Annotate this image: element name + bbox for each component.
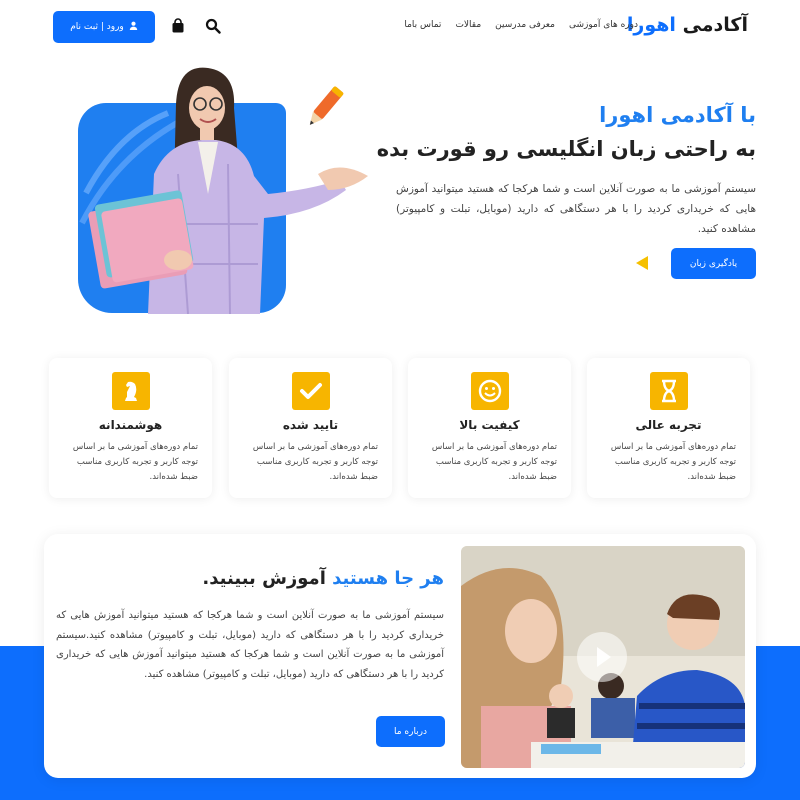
about-title-rest: آموزش ببینید.: [202, 568, 326, 589]
play-icon: [597, 647, 611, 667]
hero-title: به راحتی زبان انگلیسی رو قورت بده: [376, 137, 756, 161]
site-logo[interactable]: آکادمی اهورا: [627, 14, 748, 36]
feature-title: کیفیت بالا: [459, 418, 520, 432]
login-register-label: ورود | ثبت نام: [70, 22, 124, 32]
students-classroom-image: [461, 546, 745, 768]
nav-item-articles[interactable]: مقالات: [455, 20, 481, 30]
main-nav: دوره های آموزشی معرفی مدرسین مقالات تماس…: [404, 20, 638, 30]
check-icon: [291, 372, 330, 410]
about-title-highlight: هر جا هستید: [332, 568, 444, 589]
smile-icon: [470, 372, 509, 410]
about-title: هر جا هستید آموزش ببینید.: [202, 568, 444, 589]
feature-card-quality: کیفیت بالا تمام دوره‌های آموزشی ما بر اس…: [408, 358, 571, 498]
feature-text: تمام دوره‌های آموزشی ما بر اساس توجه کار…: [431, 442, 557, 482]
hero-description: سیستم آموزشی ما به صورت آنلاین است و شما…: [396, 183, 756, 235]
pencil-icon: [298, 82, 350, 138]
feature-text: تمام دوره‌های آموزشی ما بر اساس توجه کار…: [252, 442, 378, 482]
hero-title-brand: با آکادمی اهورا: [599, 103, 756, 127]
video-play-button[interactable]: [577, 632, 627, 682]
feature-title: تایید شده: [282, 418, 339, 432]
play-triangle-icon[interactable]: [636, 256, 648, 270]
feature-text: تمام دوره‌های آموزشی ما بر اساس توجه کار…: [72, 442, 198, 482]
nav-item-teachers[interactable]: معرفی مدرسین: [495, 20, 555, 30]
hourglass-icon: [649, 372, 688, 410]
feature-title: هوشمندانه: [98, 418, 163, 432]
feature-text: تمام دوره‌های آموزشی ما بر اساس توجه کار…: [610, 442, 736, 482]
user-icon: [129, 21, 138, 33]
feature-card-experience: تجربه عالی تمام دوره‌های آموزشی ما بر اس…: [587, 358, 750, 498]
feature-card-verified: تایید شده تمام دوره‌های آموزشی ما بر اسا…: [229, 358, 392, 498]
nav-item-courses[interactable]: دوره های آموزشی: [569, 20, 638, 30]
site-header: آکادمی اهورا دوره های آموزشی معرفی مدرسی…: [0, 0, 800, 56]
nav-item-contact[interactable]: تماس باما: [404, 20, 441, 30]
search-icon[interactable]: [205, 18, 221, 34]
feature-card-smart: هوشمندانه تمام دوره‌های آموزشی ما بر اسا…: [49, 358, 212, 498]
logo-text: آکادمی: [682, 14, 748, 36]
feature-title: تجربه عالی: [635, 418, 702, 432]
chess-knight-icon: [111, 372, 150, 410]
about-us-button[interactable]: درباره ما: [376, 716, 445, 747]
login-register-button[interactable]: ورود | ثبت نام: [53, 11, 155, 43]
shopping-bag-icon[interactable]: [170, 18, 186, 34]
about-description: سیستم آموزشی ما به صورت آنلاین است و شما…: [56, 610, 444, 680]
learn-language-button[interactable]: یادگیری زبان: [671, 248, 756, 279]
